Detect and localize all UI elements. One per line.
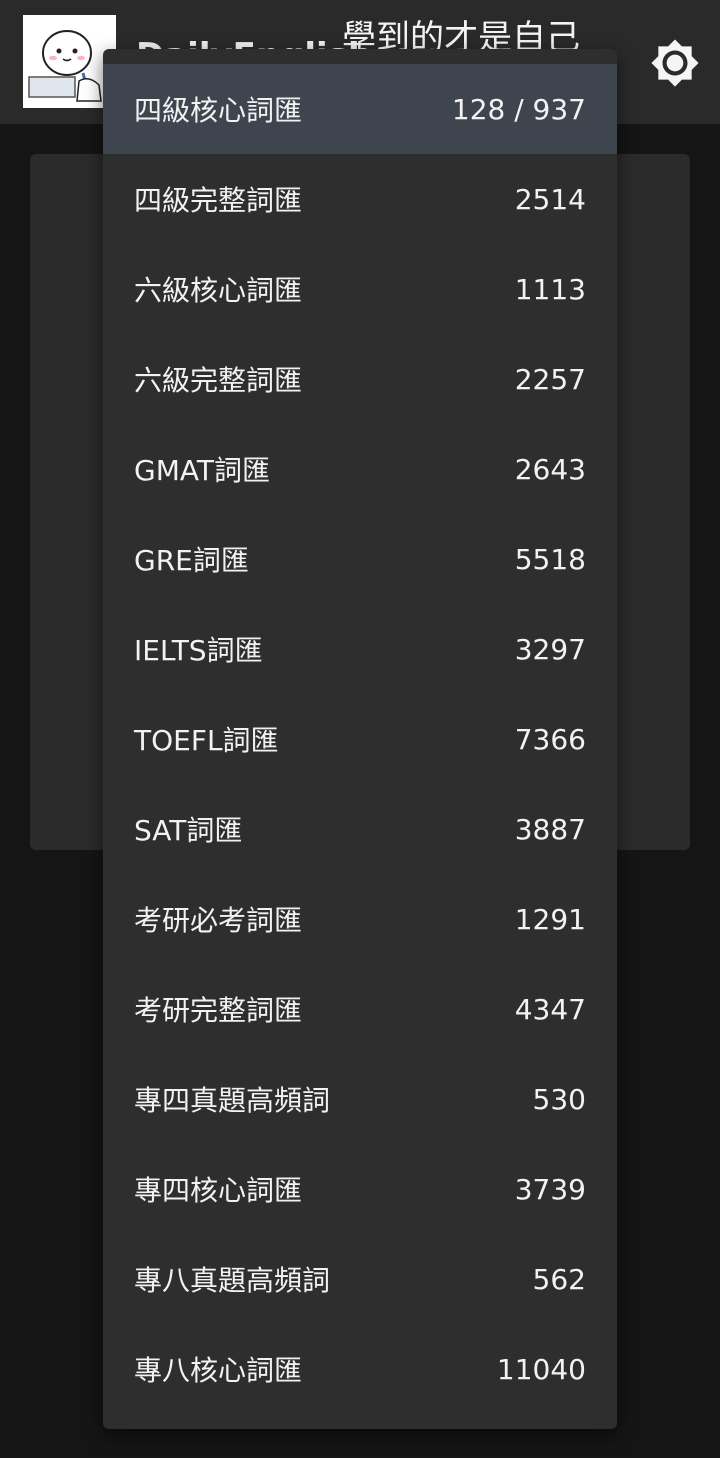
menu-item[interactable]: 六級完整詞匯 2257 [103, 334, 617, 424]
menu-item-count: 3887 [514, 812, 586, 846]
menu-item[interactable]: 專四核心詞匯 3739 [103, 1144, 617, 1234]
menu-item-label: 專四真題高頻詞 [134, 1084, 331, 1117]
menu-item[interactable]: GMAT詞匯 2643 [103, 424, 617, 514]
menu-item[interactable]: 四級完整詞匯 2514 [103, 154, 617, 244]
menu-item-count: 2257 [514, 362, 586, 396]
menu-item[interactable]: GRE詞匯 5518 [103, 514, 617, 604]
brightness-icon [651, 39, 699, 87]
menu-item[interactable]: 考研必考詞匯 1291 [103, 874, 617, 964]
menu-item-label: TOEFL詞匯 [134, 724, 279, 757]
menu-item-count: 2514 [514, 182, 586, 216]
menu-item-label: 專四核心詞匯 [134, 1174, 303, 1207]
menu-item[interactable]: 六級核心詞匯 1113 [103, 244, 617, 334]
menu-item-count: 11040 [496, 1352, 586, 1386]
menu-item-count: 1291 [514, 902, 586, 936]
menu-item-count: 3739 [514, 1172, 586, 1206]
menu-item-count: 1113 [514, 272, 586, 306]
menu-item-label: 專八真題高頻詞 [134, 1264, 331, 1297]
menu-item-label: SAT詞匯 [134, 814, 243, 847]
menu-item-count: 562 [532, 1262, 586, 1296]
menu-item-count: 4347 [514, 992, 586, 1026]
menu-item-count: 5518 [514, 542, 586, 576]
menu-item-count: 2643 [514, 452, 586, 486]
menu-item-count: 530 [532, 1082, 586, 1116]
menu-item-label: GRE詞匯 [134, 544, 249, 577]
menu-item-label: 考研完整詞匯 [134, 994, 303, 1027]
theme-toggle-button[interactable] [650, 38, 700, 88]
menu-item-count: 128 / 937 [451, 92, 586, 126]
menu-item[interactable]: IELTS詞匯 3297 [103, 604, 617, 694]
menu-item[interactable]: 專八真題高頻詞 562 [103, 1234, 617, 1324]
menu-item[interactable]: SAT詞匯 3887 [103, 784, 617, 874]
menu-item[interactable]: 考研完整詞匯 4347 [103, 964, 617, 1054]
vocabulary-dropdown-menu: 四級核心詞匯 128 / 937 四級完整詞匯 2514 六級核心詞匯 1113 六級完整詞… [103, 49, 617, 1429]
menu-item-label: GMAT詞匯 [134, 454, 270, 487]
menu-item[interactable]: 專四真題高頻詞 530 [103, 1054, 617, 1144]
menu-item-count: 7366 [514, 722, 586, 756]
menu-item[interactable]: TOEFL詞匯 7366 [103, 694, 617, 784]
menu-item-label: 六級核心詞匯 [134, 274, 303, 307]
menu-item-label: 專八核心詞匯 [134, 1354, 303, 1387]
menu-item-label: 四級核心詞匯 [134, 94, 303, 127]
menu-item-label: 六級完整詞匯 [134, 364, 303, 397]
menu-item-count: 3297 [514, 632, 586, 666]
menu-item[interactable]: 專八核心詞匯 11040 [103, 1324, 617, 1414]
menu-item-label: 四級完整詞匯 [134, 184, 303, 217]
menu-item-label: IELTS詞匯 [134, 634, 263, 667]
menu-item-label: 考研必考詞匯 [134, 904, 303, 937]
menu-item[interactable]: 四級核心詞匯 128 / 937 [103, 64, 617, 154]
